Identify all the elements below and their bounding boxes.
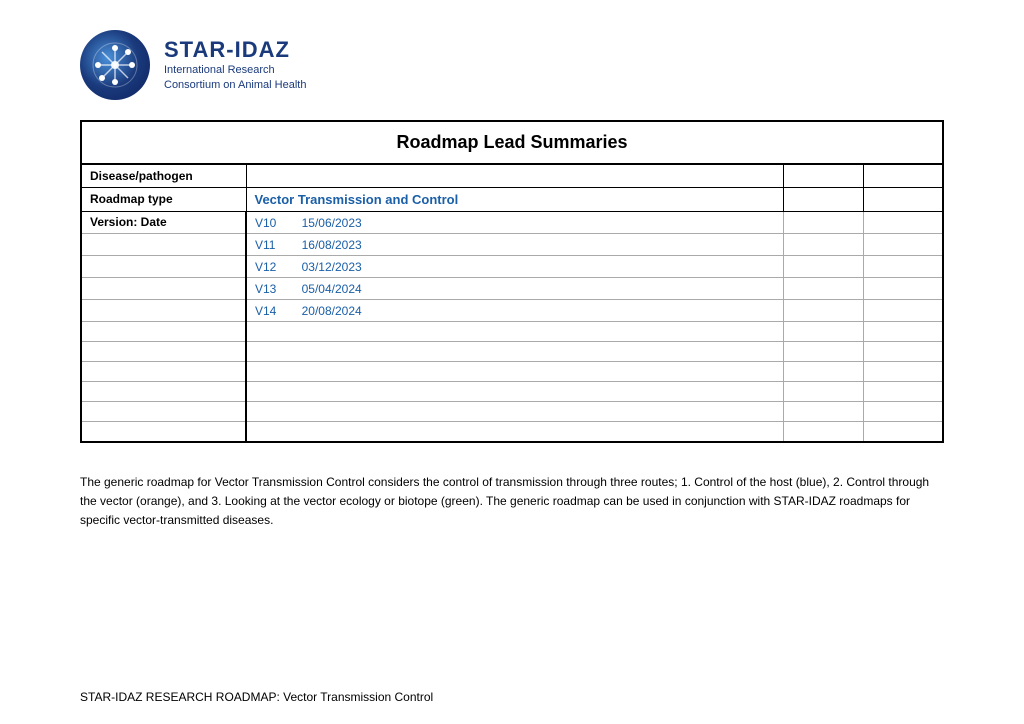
- version-cell-0: V10 15/06/2023: [246, 212, 783, 234]
- version-v10: V10: [255, 216, 290, 230]
- summary-table: Roadmap Lead Summaries Disease/pathogen …: [80, 120, 944, 443]
- version-row-0: Version: Date V10 15/06/2023: [81, 212, 943, 234]
- empty-row-3: [81, 362, 943, 382]
- version-label-empty-1: [81, 234, 246, 256]
- roadmap-type-value: Vector Transmission and Control: [246, 188, 783, 212]
- version-v11: V11: [255, 238, 290, 252]
- version-row-1: V11 16/08/2023: [81, 234, 943, 256]
- version-cell-4: V14 20/08/2024: [246, 300, 783, 322]
- version-extra1-1: [783, 234, 863, 256]
- empty-row-2: [81, 342, 943, 362]
- disease-value: [246, 164, 783, 188]
- version-extra1-2: [783, 256, 863, 278]
- version-date-0: 15/06/2023: [302, 216, 362, 230]
- version-v14: V14: [255, 304, 290, 318]
- disease-extra2: [863, 164, 943, 188]
- version-date-2: 03/12/2023: [302, 260, 362, 274]
- version-date-1: 16/08/2023: [302, 238, 362, 252]
- empty-row-1: [81, 322, 943, 342]
- version-extra2-2: [863, 256, 943, 278]
- logo-text: STAR-IDAZ International Research Consort…: [164, 37, 306, 94]
- roadmap-type-value-text: Vector Transmission and Control: [255, 192, 459, 207]
- version-extra2-1: [863, 234, 943, 256]
- version-extra2-3: [863, 278, 943, 300]
- roadmap-type-extra2: [863, 188, 943, 212]
- disease-extra1: [783, 164, 863, 188]
- empty-row-6: [81, 422, 943, 442]
- logo-icon: [80, 30, 150, 100]
- version-row-3: V13 05/04/2024: [81, 278, 943, 300]
- disease-label: Disease/pathogen: [81, 164, 246, 188]
- version-extra2-0: [863, 212, 943, 234]
- roadmap-type-row: Roadmap type Vector Transmission and Con…: [81, 188, 943, 212]
- footer: STAR-IDAZ RESEARCH ROADMAP: Vector Trans…: [80, 690, 433, 704]
- version-label-empty-2: [81, 256, 246, 278]
- roadmap-type-label: Roadmap type: [81, 188, 246, 212]
- table-heading-row: Roadmap Lead Summaries: [81, 121, 943, 164]
- main-content: Roadmap Lead Summaries Disease/pathogen …: [0, 120, 1024, 530]
- empty-row-4: [81, 382, 943, 402]
- description-text: The generic roadmap for Vector Transmiss…: [80, 473, 944, 531]
- version-row-2: V12 03/12/2023: [81, 256, 943, 278]
- version-cell-1: V11 16/08/2023: [246, 234, 783, 256]
- version-v12: V12: [255, 260, 290, 274]
- disease-row: Disease/pathogen: [81, 164, 943, 188]
- logo-title: STAR-IDAZ: [164, 37, 306, 63]
- version-extra1-3: [783, 278, 863, 300]
- version-date-4: 20/08/2024: [302, 304, 362, 318]
- roadmap-type-extra1: [783, 188, 863, 212]
- version-date-label: Version: Date: [81, 212, 246, 234]
- logo-area: STAR-IDAZ International Research Consort…: [0, 0, 1024, 120]
- footer-text: STAR-IDAZ RESEARCH ROADMAP: Vector Trans…: [80, 690, 433, 704]
- version-extra1-4: [783, 300, 863, 322]
- version-extra2-4: [863, 300, 943, 322]
- table-heading: Roadmap Lead Summaries: [81, 121, 943, 164]
- version-date-3: 05/04/2024: [302, 282, 362, 296]
- version-cell-3: V13 05/04/2024: [246, 278, 783, 300]
- empty-row-5: [81, 402, 943, 422]
- version-v13: V13: [255, 282, 290, 296]
- version-label-empty-3: [81, 278, 246, 300]
- version-row-4: V14 20/08/2024: [81, 300, 943, 322]
- version-cell-2: V12 03/12/2023: [246, 256, 783, 278]
- logo-subtitle-line1: International Research: [164, 63, 306, 78]
- version-label-empty-4: [81, 300, 246, 322]
- logo-subtitle-line2: Consortium on Animal Health: [164, 78, 306, 93]
- version-extra1-0: [783, 212, 863, 234]
